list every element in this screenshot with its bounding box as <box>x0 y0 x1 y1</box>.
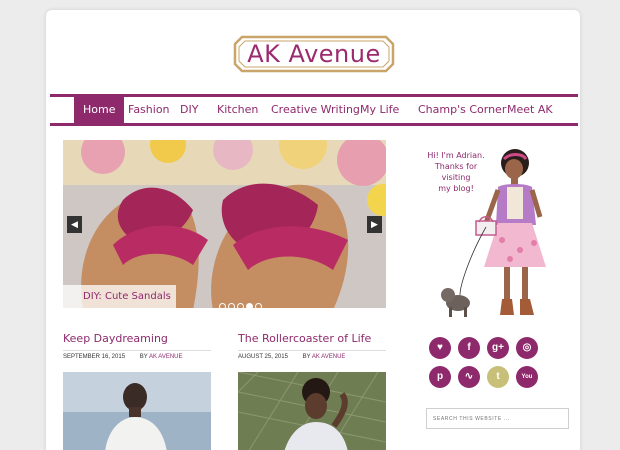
twitter-icon[interactable]: t <box>487 366 509 388</box>
bloglovin-icon[interactable]: ♥ <box>429 337 451 359</box>
slider-dot[interactable] <box>228 303 235 308</box>
page-container: AK Avenue Home Fashion DIY Kitchen Creat… <box>46 10 580 450</box>
nav-item-diy[interactable]: DIY <box>180 97 198 123</box>
sidebar-search-input[interactable] <box>426 408 569 429</box>
post-meta: SEPTEMBER 16, 2015 BY AK AVENUE <box>63 350 211 360</box>
instagram-icon[interactable]: ◎ <box>516 337 538 359</box>
slider-pagination <box>219 297 264 308</box>
rss-icon[interactable]: ∿ <box>458 366 480 388</box>
slider-next-arrow[interactable]: ▶ <box>367 216 382 233</box>
post-by: BY <box>139 354 148 360</box>
main-nav: Home Fashion DIY Kitchen Creative Writin… <box>50 94 578 126</box>
slider-dot-active[interactable] <box>246 303 253 308</box>
nav-item-creative-writing[interactable]: Creative Writing <box>271 97 360 123</box>
slide-image <box>63 140 386 308</box>
post-author[interactable]: AK AVENUE <box>312 354 346 360</box>
facebook-icon[interactable]: f <box>458 337 480 359</box>
post-photo <box>238 372 386 450</box>
nav-item-fashion[interactable]: Fashion <box>128 97 170 123</box>
slider-dot[interactable] <box>255 303 262 308</box>
google-plus-icon[interactable]: g+ <box>487 337 509 359</box>
nav-item-champs-corner[interactable]: Champ's Corner <box>418 97 506 123</box>
site-logo[interactable]: AK Avenue <box>232 34 396 74</box>
post-thumbnail[interactable] <box>63 372 211 450</box>
chevron-left-icon: ◀ <box>71 219 78 229</box>
post-title[interactable]: Keep Daydreaming <box>63 332 168 345</box>
slider-dot[interactable] <box>237 303 244 308</box>
nav-item-meet-ak[interactable]: Meet AK <box>507 97 553 123</box>
post-by: BY <box>302 354 311 360</box>
nav-item-home[interactable]: Home <box>74 97 125 123</box>
post-meta: AUGUST 25, 2015 BY AK AVENUE <box>238 350 386 360</box>
nav-item-my-life[interactable]: My Life <box>360 97 399 123</box>
slider-dot[interactable] <box>219 303 226 308</box>
nav-item-kitchen[interactable]: Kitchen <box>217 97 258 123</box>
post-photo <box>63 372 211 450</box>
post-thumbnail[interactable] <box>238 372 386 450</box>
pinterest-icon[interactable]: p <box>429 366 451 388</box>
post-title[interactable]: The Rollercoaster of Life <box>238 332 371 345</box>
youtube-icon[interactable]: You <box>516 366 538 388</box>
chevron-right-icon: ▶ <box>371 219 378 229</box>
post-date: AUGUST 25, 2015 <box>238 354 288 360</box>
post-date: SEPTEMBER 16, 2015 <box>63 354 126 360</box>
logo-text: AK Avenue <box>247 40 381 68</box>
author-illustration <box>441 149 546 317</box>
slide-caption[interactable]: DIY: Cute Sandals <box>63 285 176 308</box>
featured-slider[interactable]: ◀ ▶ DIY: Cute Sandals <box>63 140 386 308</box>
post-author[interactable]: AK AVENUE <box>149 354 183 360</box>
slider-prev-arrow[interactable]: ◀ <box>67 216 82 233</box>
